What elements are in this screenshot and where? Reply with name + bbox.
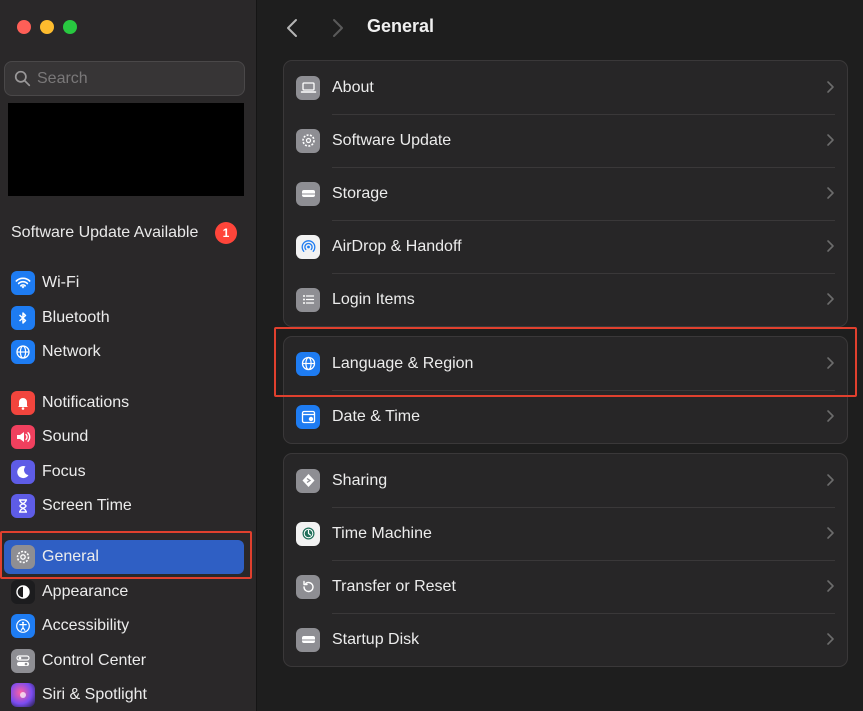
- sidebar-item-bluetooth[interactable]: Bluetooth: [4, 301, 244, 335]
- settings-group-1: About Software Update Storage AirDrop & …: [283, 60, 848, 327]
- highlight-general: [0, 531, 252, 579]
- sidebar-item-notifications[interactable]: Notifications: [4, 386, 244, 420]
- search-icon: [14, 70, 31, 87]
- sidebar-item-appearance[interactable]: Appearance: [4, 575, 244, 609]
- wifi-icon: [11, 271, 35, 295]
- software-update-available[interactable]: Software Update Available 1: [11, 222, 241, 244]
- sidebar-item-label: Screen Time: [42, 497, 132, 514]
- bluetooth-icon: [11, 306, 35, 330]
- row-software-update[interactable]: Software Update: [284, 114, 847, 167]
- gear-update-icon: [296, 128, 320, 153]
- chevron-right-icon: [827, 240, 834, 252]
- airdrop-icon: [296, 234, 320, 259]
- time-machine-icon: [296, 521, 320, 546]
- accessibility-icon: [11, 614, 35, 638]
- row-label: AirDrop & Handoff: [332, 237, 462, 255]
- sidebar-item-label: Siri & Spotlight: [42, 686, 147, 703]
- row-label: About: [332, 78, 374, 96]
- row-time-machine[interactable]: Time Machine: [284, 507, 847, 560]
- sidebar-item-label: Focus: [42, 463, 86, 480]
- update-badge: 1: [215, 222, 237, 244]
- control-center-icon: [11, 649, 35, 673]
- minimize-button[interactable]: [40, 20, 54, 34]
- search-input[interactable]: [37, 69, 237, 88]
- sidebar-item-siri-spotlight[interactable]: Siri & Spotlight: [4, 678, 244, 711]
- chevron-right-icon: [827, 134, 834, 146]
- row-label: Startup Disk: [332, 630, 420, 648]
- row-label: Time Machine: [332, 524, 432, 542]
- row-startup-disk[interactable]: Startup Disk: [284, 613, 847, 666]
- search-field[interactable]: [4, 61, 245, 96]
- sidebar-item-network[interactable]: Network: [4, 335, 244, 369]
- laptop-icon: [296, 75, 320, 100]
- sidebar: Software Update Available 1 Wi-Fi Blueto…: [0, 0, 257, 711]
- chevron-right-icon: [827, 81, 834, 93]
- row-about[interactable]: About: [284, 61, 847, 114]
- software-update-label: Software Update Available: [11, 224, 199, 241]
- row-transfer-reset[interactable]: Transfer or Reset: [284, 560, 847, 613]
- sidebar-item-label: Appearance: [42, 583, 129, 600]
- siri-icon: [11, 683, 35, 707]
- row-date-time[interactable]: Date & Time: [284, 390, 847, 443]
- sidebar-item-focus[interactable]: Focus: [4, 455, 244, 489]
- highlight-language-region: [274, 327, 857, 397]
- settings-group-3: Sharing Time Machine Transfer or Reset S…: [283, 453, 848, 667]
- list-icon: [296, 287, 320, 312]
- chevron-right-icon: [827, 527, 834, 539]
- sidebar-item-screen-time[interactable]: Screen Time: [4, 489, 244, 523]
- sharing-icon: [296, 468, 320, 493]
- row-label: Storage: [332, 184, 389, 202]
- row-label: Login Items: [332, 290, 415, 308]
- zoom-button[interactable]: [63, 20, 77, 34]
- sidebar-item-label: Sound: [42, 428, 89, 445]
- row-storage[interactable]: Storage: [284, 167, 847, 220]
- calendar-icon: [296, 404, 320, 429]
- sidebar-item-label: Control Center: [42, 652, 147, 669]
- disk-icon: [296, 627, 320, 652]
- sidebar-item-sound[interactable]: Sound: [4, 420, 244, 454]
- moon-icon: [11, 460, 35, 484]
- page-title: General: [367, 16, 435, 36]
- window-controls: [17, 20, 77, 34]
- row-label: Software Update: [332, 131, 452, 149]
- chevron-right-icon: [827, 410, 834, 422]
- hourglass-icon: [11, 494, 35, 518]
- forward-icon[interactable]: [328, 17, 346, 39]
- speaker-icon: [11, 425, 35, 449]
- row-login-items[interactable]: Login Items: [284, 273, 847, 326]
- row-airdrop-handoff[interactable]: AirDrop & Handoff: [284, 220, 847, 273]
- sidebar-item-label: Accessibility: [42, 617, 130, 634]
- apple-account-card[interactable]: [8, 103, 244, 196]
- sidebar-item-control-center[interactable]: Control Center: [4, 644, 244, 678]
- row-label: Transfer or Reset: [332, 577, 456, 595]
- appearance-icon: [11, 580, 35, 604]
- globe-icon: [11, 340, 35, 364]
- chevron-right-icon: [827, 187, 834, 199]
- chevron-right-icon: [827, 474, 834, 486]
- sidebar-item-label: Bluetooth: [42, 309, 110, 326]
- storage-icon: [296, 181, 320, 206]
- sidebar-item-label: Network: [42, 343, 101, 360]
- row-label: Sharing: [332, 471, 388, 489]
- sidebar-item-label: Wi-Fi: [42, 274, 80, 291]
- close-button[interactable]: [17, 20, 31, 34]
- toolbar: General: [258, 0, 863, 56]
- bell-icon: [11, 391, 35, 415]
- chevron-right-icon: [827, 633, 834, 645]
- sidebar-item-label: Notifications: [42, 394, 130, 411]
- sidebar-item-accessibility[interactable]: Accessibility: [4, 609, 244, 643]
- reset-icon: [296, 574, 320, 599]
- sidebar-item-wifi[interactable]: Wi-Fi: [4, 266, 244, 300]
- row-label: Date & Time: [332, 407, 421, 425]
- row-sharing[interactable]: Sharing: [284, 454, 847, 507]
- chevron-right-icon: [827, 580, 834, 592]
- chevron-right-icon: [827, 293, 834, 305]
- back-icon[interactable]: [284, 17, 302, 39]
